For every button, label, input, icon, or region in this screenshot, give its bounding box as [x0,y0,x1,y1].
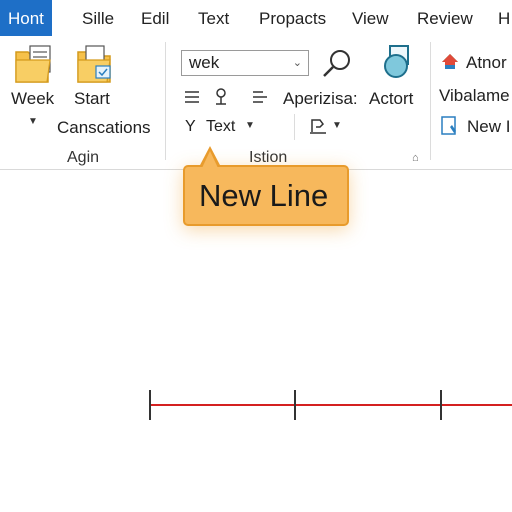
tab-home[interactable]: Hont [0,0,52,36]
search-icon [323,50,350,77]
shapes-button[interactable] [376,44,412,85]
align-icon[interactable] [251,88,269,111]
vibalame-label[interactable]: Vibalame [439,86,510,106]
folder-check-icon [77,45,111,83]
red-line[interactable] [150,404,512,406]
group-divider-2 [430,42,431,160]
week-label: Week [11,89,55,108]
new-document-icon [440,115,460,142]
tab-view[interactable]: View [352,0,389,36]
tab-propacts[interactable]: Propacts [259,0,326,36]
text-prefix-icon: Y [185,118,196,135]
format-caret-icon[interactable]: ▼ [332,120,342,131]
shapes-icon [384,45,409,78]
folder-document-icon [15,45,51,83]
format-button[interactable] [308,116,328,141]
aperizisa-label[interactable]: Aperizisa: [283,89,358,109]
text-button-label[interactable]: Text [206,118,235,136]
group-divider [165,42,166,160]
line-tick-end[interactable] [440,390,442,420]
format-icon [310,119,326,134]
drawing-canvas[interactable] [0,171,512,512]
chevron-down-icon: ⌄ [292,57,302,69]
inline-divider [294,114,295,140]
tooltip-tail-inner [202,151,218,168]
new-label[interactable]: New I [467,117,510,137]
text-caret-icon[interactable]: ▼ [245,120,255,131]
line-tick-middle[interactable] [294,390,296,420]
ribbon: Week Start ▼ Canscations Agin wek ⌄ Aper… [0,36,512,170]
tab-edil[interactable]: Edil [141,0,169,36]
menu-bar: Hont Sille Edil Text Propacts View Revie… [0,0,512,36]
group-label-agin: Agin [67,149,100,166]
pin-icon[interactable] [212,87,230,112]
list-icon[interactable] [183,88,201,111]
style-dropdown-value: wek [189,53,220,72]
home-color-icon [441,53,459,76]
start-button[interactable] [76,42,114,91]
search-button[interactable] [320,48,354,85]
caret-down-icon[interactable]: ▼ [28,116,38,127]
atnor-label[interactable]: Atnor [466,53,507,73]
tab-review[interactable]: Review [417,0,473,36]
tab-text[interactable]: Text [198,0,229,36]
tab-sille[interactable]: Sille [82,0,114,36]
tab-h[interactable]: H [498,0,510,36]
line-tick-start[interactable] [149,390,151,420]
style-dropdown[interactable]: wek ⌄ [181,50,309,76]
expand-group-icon[interactable]: ⌂ [412,152,419,164]
cancel-label[interactable]: Canscations [57,118,151,138]
start-label: Start [74,89,110,108]
actort-label[interactable]: Actort [369,89,413,109]
week-button[interactable] [14,42,54,91]
